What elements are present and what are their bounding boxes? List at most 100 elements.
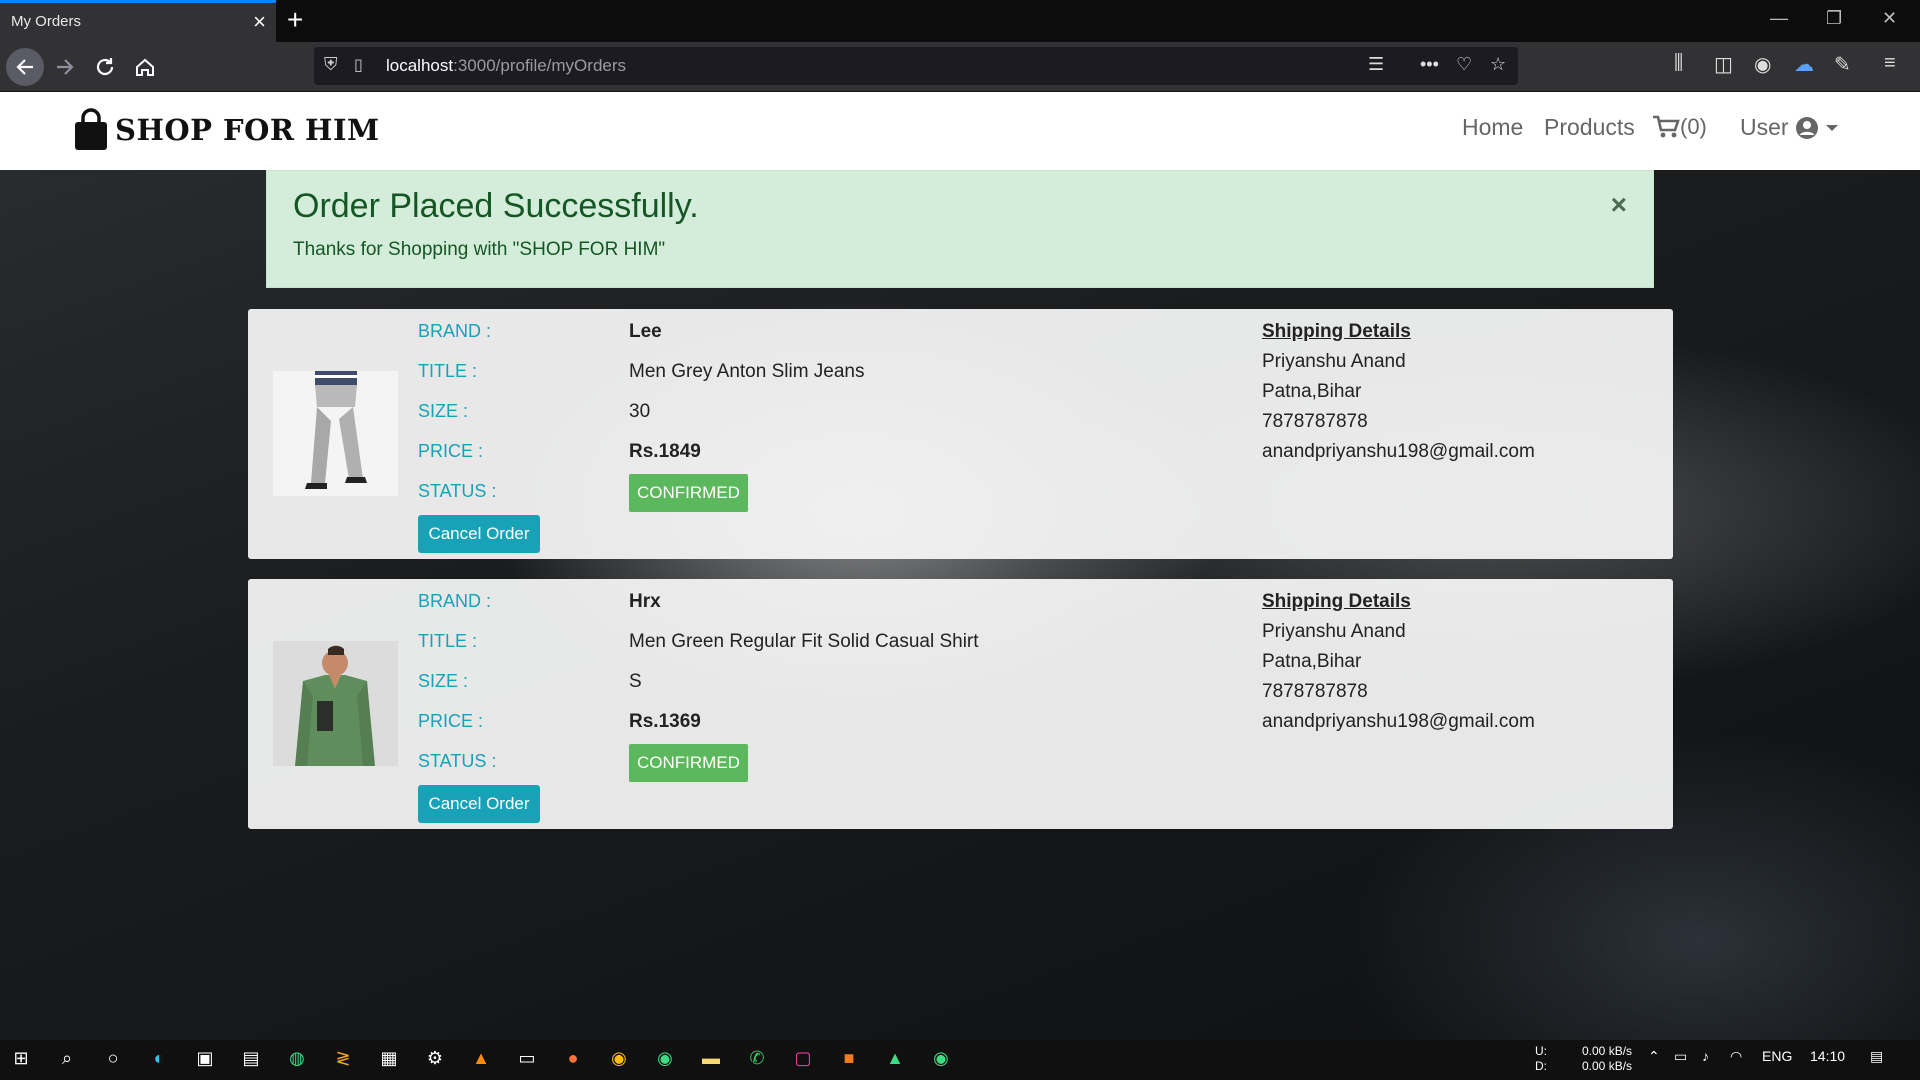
- network-labels: U: D:: [1535, 1044, 1547, 1073]
- shirt-image: [273, 641, 398, 766]
- search-icon[interactable]: ⌕: [54, 1048, 80, 1072]
- site-logo[interactable]: SHOP FOR HIM: [73, 102, 380, 158]
- shipping-heading: Shipping Details: [1262, 591, 1411, 612]
- pocket-icon[interactable]: ♡: [1456, 54, 1472, 75]
- home-button[interactable]: [126, 48, 164, 86]
- order-size: 30: [629, 401, 651, 422]
- shipping-email: anandpriyanshu198@gmail.com: [1262, 441, 1535, 462]
- order-brand: Hrx: [629, 591, 661, 612]
- network-speed: 0.00 kB/s 0.00 kB/s: [1582, 1044, 1633, 1073]
- reload-icon: [96, 58, 114, 76]
- extension-pen-icon[interactable]: ✎: [1834, 52, 1851, 77]
- reload-button[interactable]: [86, 48, 124, 86]
- shipping-phone: 7878787878: [1262, 681, 1368, 702]
- label-status: STATUS :: [418, 481, 497, 501]
- order-card: BRAND : Hrx TITLE : Men Green Regular Fi…: [248, 579, 1673, 829]
- address-bar[interactable]: ⛨ ▯ localhost:3000/profile/myOrders ☰ ••…: [314, 47, 1518, 85]
- restore-icon[interactable]: ❐: [1826, 8, 1842, 29]
- volume-icon[interactable]: ♪: [1702, 1048, 1709, 1064]
- forward-button[interactable]: [46, 48, 84, 86]
- cortana-icon[interactable]: ○: [100, 1048, 126, 1072]
- label-title: TITLE :: [418, 361, 478, 381]
- alert-close-icon[interactable]: ×: [1611, 189, 1627, 221]
- brand-name: SHOP FOR HIM: [115, 113, 380, 147]
- order-price: Rs.1849: [629, 441, 701, 462]
- spotify-icon[interactable]: ◉: [652, 1048, 678, 1072]
- cancel-order-button[interactable]: Cancel Order: [418, 515, 540, 553]
- chrome-icon[interactable]: ◉: [606, 1048, 632, 1072]
- windows-start-icon[interactable]: ⊞: [8, 1048, 34, 1072]
- order-success-alert: Order Placed Successfully. Thanks for Sh…: [266, 170, 1654, 288]
- sublime-icon[interactable]: ≷: [330, 1048, 356, 1072]
- library-icon[interactable]: ⫼: [1674, 52, 1683, 75]
- menu-hamburger-icon[interactable]: ≡: [1884, 52, 1896, 75]
- new-tab-icon[interactable]: +: [287, 4, 303, 36]
- vlc-icon[interactable]: ▲: [468, 1048, 494, 1072]
- tab-my-orders[interactable]: My Orders ×: [0, 0, 276, 42]
- photos-icon[interactable]: ▤: [238, 1048, 264, 1072]
- nav-cart[interactable]: (0): [1652, 114, 1707, 140]
- site-header: SHOP FOR HIM Home Products (0) User: [0, 92, 1920, 170]
- more-actions-icon[interactable]: •••: [1420, 54, 1439, 75]
- shipping-city: Patna,Bihar: [1262, 651, 1362, 672]
- user-circle-icon: [1795, 116, 1818, 139]
- nav-home[interactable]: Home: [1462, 114, 1523, 141]
- sidebar-icon[interactable]: ◫: [1714, 52, 1733, 77]
- window-close-icon[interactable]: ✕: [1882, 8, 1897, 29]
- terminal-icon[interactable]: ▭: [514, 1048, 540, 1072]
- order-price: Rs.1369: [629, 711, 701, 732]
- shield-icon[interactable]: ⛨: [324, 54, 338, 75]
- caret-down-icon: [1825, 124, 1838, 131]
- settings-gear-icon[interactable]: ⚙: [422, 1048, 448, 1072]
- close-tab-icon[interactable]: ×: [253, 9, 266, 35]
- reader-view-icon[interactable]: ☰: [1368, 54, 1384, 75]
- nav-products[interactable]: Products: [1544, 114, 1635, 141]
- edge-icon[interactable]: ◐: [146, 1048, 172, 1072]
- spotify-icon-2[interactable]: ◉: [928, 1048, 954, 1072]
- browser-toolbar: ⛨ ▯ localhost:3000/profile/myOrders ☰ ••…: [0, 42, 1920, 92]
- jetbrains-icon[interactable]: ▢: [790, 1048, 816, 1072]
- battery-icon[interactable]: ▭: [1674, 1048, 1687, 1065]
- shipping-heading: Shipping Details: [1262, 321, 1411, 342]
- page-info-icon[interactable]: ▯: [354, 55, 363, 75]
- account-icon[interactable]: ◉: [1754, 52, 1771, 77]
- order-size: S: [629, 671, 642, 692]
- label-brand: BRAND :: [418, 321, 492, 341]
- back-button[interactable]: [6, 48, 44, 86]
- status-badge: CONFIRMED: [629, 744, 748, 782]
- whatsapp-icon[interactable]: ✆: [744, 1048, 770, 1072]
- status-badge: CONFIRMED: [629, 474, 748, 512]
- notifications-icon[interactable]: ▤: [1870, 1048, 1883, 1065]
- order-title: Men Green Regular Fit Solid Casual Shirt: [629, 631, 979, 652]
- order-brand: Lee: [629, 321, 662, 342]
- bookmark-star-icon[interactable]: ☆: [1490, 54, 1506, 75]
- page-content: SHOP FOR HIM Home Products (0) User Orde…: [0, 92, 1920, 1040]
- file-explorer-icon[interactable]: ▬: [698, 1048, 724, 1072]
- order-title: Men Grey Anton Slim Jeans: [629, 361, 865, 382]
- clock[interactable]: 14:10: [1810, 1048, 1845, 1064]
- maps-icon[interactable]: ◍: [284, 1048, 310, 1072]
- minimize-icon[interactable]: —: [1770, 8, 1788, 29]
- chevron-up-icon[interactable]: ⌃: [1648, 1048, 1660, 1065]
- shipping-name: Priyanshu Anand: [1262, 351, 1406, 372]
- store-icon[interactable]: ▣: [192, 1048, 218, 1072]
- shipping-phone: 7878787878: [1262, 411, 1368, 432]
- label-size: SIZE :: [418, 401, 469, 421]
- tab-title: My Orders: [11, 13, 82, 30]
- product-image-shirt: [273, 641, 398, 766]
- arrow-right-icon: [57, 59, 74, 75]
- extension-cloud-icon[interactable]: ☁: [1794, 52, 1814, 77]
- browser-tab-bar: My Orders × + — ❐ ✕: [0, 0, 1920, 42]
- wifi-icon[interactable]: ◠: [1730, 1048, 1742, 1065]
- nav-user-dropdown[interactable]: User: [1740, 114, 1839, 141]
- language-indicator[interactable]: ENG: [1762, 1048, 1792, 1064]
- cart-count: (0): [1680, 114, 1707, 139]
- firefox-icon[interactable]: ●: [560, 1048, 586, 1072]
- postman-icon[interactable]: ■: [836, 1048, 862, 1072]
- cancel-order-button[interactable]: Cancel Order: [418, 785, 540, 823]
- windows-taskbar: ⊞ ⌕ ○ ◐ ▣ ▤ ◍ ≷ ▦ ⚙ ▲ ▭ ● ◉ ◉ ▬ ✆ ▢ ■ ▲ …: [0, 1040, 1920, 1080]
- order-card: BRAND : Lee TITLE : Men Grey Anton Slim …: [248, 309, 1673, 559]
- label-brand: BRAND :: [418, 591, 492, 611]
- android-studio-icon[interactable]: ▲: [882, 1048, 908, 1072]
- files-icon[interactable]: ▦: [376, 1048, 402, 1072]
